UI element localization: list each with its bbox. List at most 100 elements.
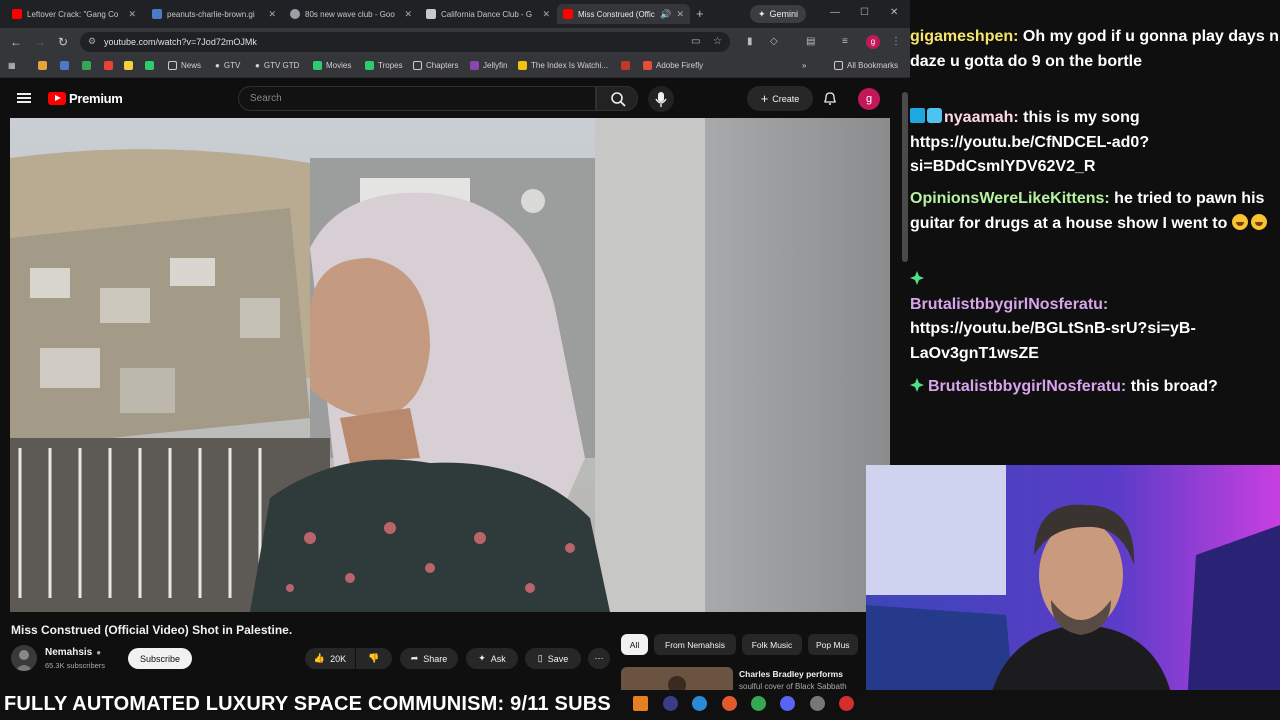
- bookmark-gtv[interactable]: ● GTV: [215, 61, 240, 70]
- tab-new-wave[interactable]: 80s new wave club - Goo ✕: [284, 4, 418, 24]
- obs-icon[interactable]: [810, 696, 825, 711]
- media-control-icon[interactable]: ≡: [842, 36, 848, 47]
- channel-name[interactable]: Nemahsis ●: [45, 647, 101, 658]
- notifications-bell-icon[interactable]: [822, 90, 838, 106]
- like-button[interactable]: 👍 20K: [305, 648, 355, 669]
- share-arrow-icon: ➦: [410, 653, 419, 663]
- speaker-icon[interactable]: 🔊: [660, 9, 671, 20]
- bookmark-icon[interactable]: [145, 61, 154, 70]
- sidepanel-icon[interactable]: ▤: [806, 36, 815, 47]
- cast-icon[interactable]: ▭: [691, 36, 700, 47]
- chat-message: BrutalistbbygirlNosferatu: this broad?: [910, 375, 1280, 400]
- menu-icon[interactable]: [17, 93, 31, 103]
- apps-grid-icon[interactable]: ▦: [8, 61, 16, 70]
- chat-text: https://youtu.be/BGLtSnB-srU?si=yB-LaOv3…: [910, 320, 1196, 362]
- close-icon[interactable]: ✕: [268, 9, 276, 20]
- vlc-icon[interactable]: [633, 696, 648, 711]
- close-window-button[interactable]: ✕: [890, 7, 898, 18]
- search-input[interactable]: Search: [238, 86, 596, 111]
- extensions-icon[interactable]: ◇: [770, 36, 778, 47]
- channel-avatar[interactable]: [11, 645, 37, 671]
- site-info-icon[interactable]: ⚙: [88, 36, 96, 47]
- video-player[interactable]: [10, 118, 890, 612]
- close-icon[interactable]: ✕: [542, 9, 550, 20]
- bookmark-icon[interactable]: [82, 61, 91, 70]
- maximize-button[interactable]: ☐: [860, 7, 869, 18]
- bookmark-movies[interactable]: Movies: [313, 61, 351, 70]
- bookmark-tropes[interactable]: Tropes: [365, 61, 403, 70]
- sparkle-icon: [910, 378, 924, 392]
- bookmark-star-icon[interactable]: ☆: [713, 36, 722, 47]
- back-icon[interactable]: ←: [10, 35, 22, 49]
- subscribe-button[interactable]: Subscribe: [128, 648, 192, 669]
- tab-leftover-crack[interactable]: Leftover Crack: "Gang Co ✕: [6, 4, 142, 24]
- minimize-button[interactable]: —: [830, 7, 840, 18]
- bookmark-icon[interactable]: [124, 61, 133, 70]
- bookmark-news[interactable]: News: [168, 61, 201, 70]
- save-button[interactable]: ▯ Save: [525, 648, 581, 669]
- profile-avatar[interactable]: g: [866, 35, 880, 49]
- trash-icon[interactable]: ▮: [747, 36, 753, 47]
- github-icon: ●: [255, 61, 260, 70]
- search-button[interactable]: [596, 86, 638, 111]
- dislike-button[interactable]: 👎: [356, 648, 392, 669]
- tab-miss-construed[interactable]: Miss Construed (Offic 🔊 ✕: [557, 4, 690, 24]
- bookmark-icon[interactable]: [60, 61, 69, 70]
- more-bookmarks-icon[interactable]: »: [802, 61, 806, 70]
- youtube-brand[interactable]: Premium: [69, 91, 123, 106]
- tab-california-dance[interactable]: California Dance Club - G ✕: [420, 4, 556, 24]
- close-icon[interactable]: ✕: [404, 9, 412, 20]
- firefox-icon[interactable]: [722, 696, 737, 711]
- ask-button[interactable]: ✦ Ask: [466, 648, 518, 669]
- recommended-thumbnail[interactable]: [621, 667, 733, 690]
- chat-username: BrutalistbbygirlNosferatu:: [910, 295, 1109, 313]
- forward-icon[interactable]: →: [34, 35, 46, 49]
- bookmark-jellyfin[interactable]: Jellyfin: [470, 61, 507, 70]
- youtube-logo-icon[interactable]: [48, 92, 66, 105]
- record-icon[interactable]: [839, 696, 854, 711]
- rofl-emoji-icon: [1231, 213, 1248, 230]
- new-tab-button[interactable]: +: [696, 6, 704, 21]
- app-icon[interactable]: [663, 696, 678, 711]
- folder-icon: [168, 61, 177, 70]
- more-dots-icon: ⋯: [594, 653, 604, 663]
- bookmark-chapters[interactable]: Chapters: [413, 61, 458, 70]
- voice-search-button[interactable]: [648, 86, 674, 112]
- url-text: youtube.com/watch?v=7Jod72mOJMk: [104, 37, 257, 47]
- folder-icon: [834, 61, 843, 70]
- share-button[interactable]: ➦ Share: [400, 648, 458, 669]
- tab-label: Leftover Crack: "Gang Co: [27, 9, 119, 19]
- tab-strip: Leftover Crack: "Gang Co ✕ peanuts-charl…: [0, 0, 910, 28]
- recommended-title[interactable]: Charles Bradley performs: [739, 669, 867, 680]
- recommended-subtitle[interactable]: soulful cover of Black Sabbath: [739, 682, 865, 690]
- url-field[interactable]: ⚙ youtube.com/watch?v=7Jod72mOJMk: [80, 32, 730, 52]
- chip-from-channel[interactable]: From Nemahsis: [654, 634, 736, 655]
- bookmark-icon[interactable]: [38, 61, 47, 70]
- more-actions-button[interactable]: ⋯: [588, 648, 610, 669]
- create-button[interactable]: + Create: [747, 86, 813, 111]
- account-avatar[interactable]: g: [858, 88, 880, 110]
- reload-icon[interactable]: ↻: [58, 35, 68, 49]
- all-bookmarks[interactable]: All Bookmarks: [834, 61, 898, 70]
- chrome-icon[interactable]: [751, 696, 766, 711]
- bookmark-index[interactable]: The Index Is Watchi...: [518, 61, 608, 70]
- menu-dots-icon[interactable]: ⋮: [891, 36, 901, 47]
- scrollbar[interactable]: [902, 92, 908, 262]
- chip-folk-music[interactable]: Folk Music: [742, 634, 802, 655]
- chip-all[interactable]: All: [621, 634, 648, 655]
- bookmark-gtv-gtd[interactable]: ● GTV GTD: [255, 61, 299, 70]
- bookmark-icon[interactable]: [621, 61, 630, 70]
- tab-peanuts[interactable]: peanuts-charlie-brown.gi ✕: [146, 4, 282, 24]
- folder-icon: [413, 61, 422, 70]
- bookmark-adobe-firefly[interactable]: Adobe Firefly: [643, 61, 703, 70]
- grid-badge-icon: [910, 108, 925, 123]
- gemini-button[interactable]: ✦ Gemini: [750, 5, 807, 23]
- edge-icon[interactable]: [692, 696, 707, 711]
- youtube-header: Premium Search + Create: [0, 78, 910, 118]
- close-icon[interactable]: ✕: [676, 9, 684, 20]
- discord-icon[interactable]: [780, 696, 795, 711]
- chat-username: gigameshpen:: [910, 28, 1019, 45]
- bookmark-icon[interactable]: [104, 61, 113, 70]
- close-icon[interactable]: ✕: [128, 9, 136, 20]
- chip-pop-music[interactable]: Pop Mus: [808, 634, 858, 655]
